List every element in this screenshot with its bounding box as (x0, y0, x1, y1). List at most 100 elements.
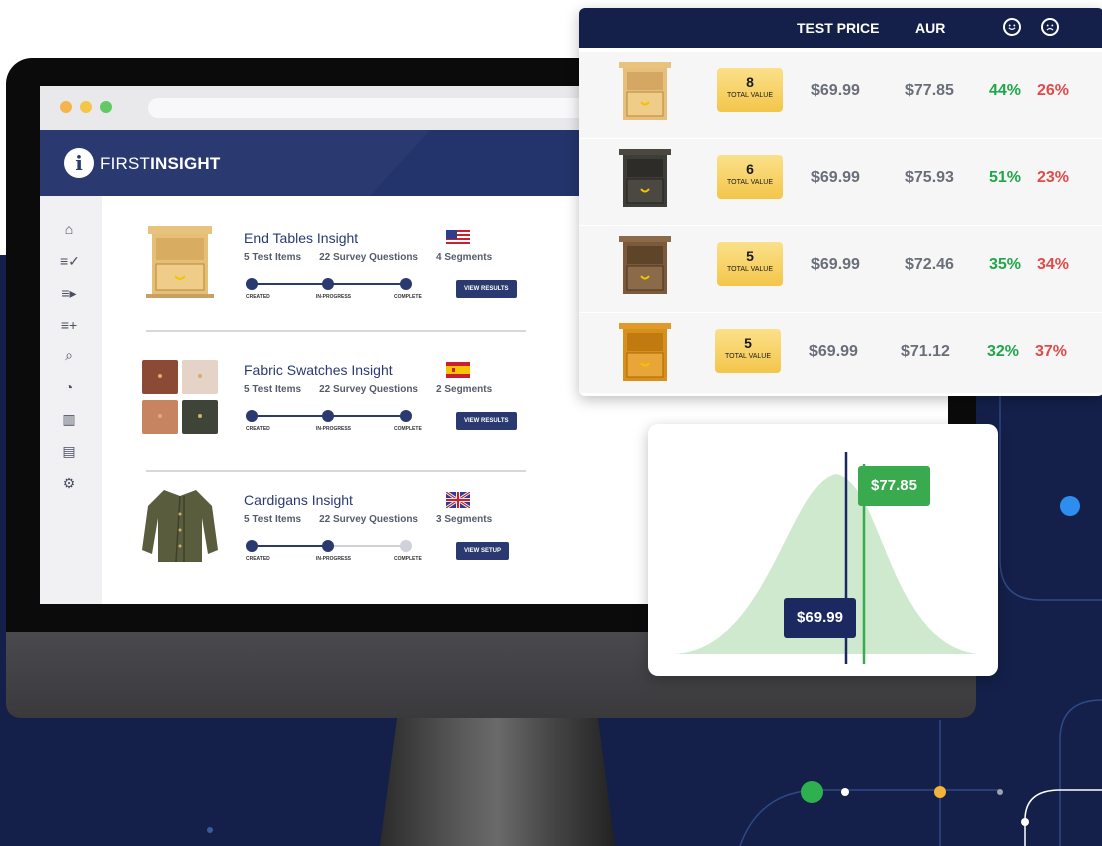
positive-percent: 32% (987, 343, 1020, 360)
insight-progress: CREATED IN-PROGRESS COMPLETE (246, 540, 422, 564)
view-results-button[interactable]: VIEW RESULTS (456, 280, 517, 298)
step-label-in-progress: IN-PROGRESS (316, 556, 352, 562)
logo-first: FIRST (100, 154, 151, 173)
home-icon[interactable]: ⌂ (60, 220, 78, 238)
view-results-button[interactable]: VIEW RESULTS (456, 412, 517, 430)
insight-meta: 5 Test Items 22 Survey Questions 3 Segment… (244, 514, 510, 525)
segments-count: 3 Segments (436, 514, 493, 525)
end-table-item-image (619, 149, 671, 207)
address-bar[interactable] (148, 98, 608, 118)
total-value-label: TOTAL VALUE (726, 179, 774, 186)
step-dot-in-progress (322, 540, 334, 552)
test-items-count: 5 Test Items (244, 384, 302, 395)
step-dot-complete (400, 410, 412, 422)
positive-percent: 35% (989, 256, 1022, 273)
end-table-item-image (619, 236, 671, 294)
segments-count: 4 Segments (436, 252, 493, 263)
header-aur: AUR (915, 20, 946, 36)
total-value-number: 5 (746, 248, 754, 264)
window-maximize-button[interactable] (100, 101, 112, 113)
step-label-in-progress: IN-PROGRESS (316, 294, 352, 300)
fabric-swatches-thumbnail (142, 360, 218, 434)
test-price-value: $69.99 (809, 343, 858, 360)
table-row[interactable]: 6 TOTAL VALUE $69.99 $75.93 51% 23% (579, 139, 1102, 225)
insight-title[interactable]: Cardigans Insight (244, 492, 353, 508)
cardigan-thumbnail (142, 490, 218, 563)
survey-questions-count: 22 Survey Questions (319, 252, 418, 263)
sad-face-icon (1041, 18, 1059, 36)
table-header: TEST PRICE AUR (579, 8, 1102, 48)
bar-chart-icon[interactable]: ▥ (60, 410, 78, 428)
step-dot-complete (400, 540, 412, 552)
step-dot-in-progress (322, 278, 334, 290)
step-dot-created (246, 278, 258, 290)
view-setup-button[interactable]: VIEW SETUP (456, 542, 510, 560)
brand-logo[interactable]: FIRSTINSIGHT (100, 154, 220, 174)
step-label-complete: COMPLETE (394, 294, 422, 300)
step-label-created: CREATED (246, 556, 270, 562)
insight-progress: CREATED IN-PROGRESS COMPLETE (246, 410, 422, 434)
gear-icon[interactable]: ⚙ (60, 474, 78, 492)
insight-meta: 5 Test Items 22 Survey Questions 4 Segment… (244, 252, 510, 263)
happy-face-icon (1003, 18, 1021, 36)
window-close-button[interactable] (60, 101, 72, 113)
step-label-complete: COMPLETE (394, 556, 422, 562)
step-label-created: CREATED (246, 426, 270, 432)
insight-divider (146, 330, 526, 332)
aur-value: $75.93 (905, 169, 954, 186)
list-check-icon[interactable]: ≡✓ (60, 252, 80, 270)
header-test-price: TEST PRICE (797, 20, 880, 36)
hero-scene: i FIRSTINSIGHT ⌂ ≡✓ ≡▸ ≡+ ⌕ ◔ ▥ ▤ ⚙ End … (0, 0, 1102, 846)
total-value-number: 5 (744, 335, 752, 351)
step-label-in-progress: IN-PROGRESS (316, 426, 352, 432)
total-value-number: 6 (746, 161, 754, 177)
insight-card-fabric-swatches[interactable]: Fabric Swatches Insight 5 Test Items 22 S… (140, 354, 520, 464)
total-value-number: 8 (746, 74, 754, 90)
insight-title[interactable]: End Tables Insight (244, 230, 358, 246)
end-table-thumbnail (146, 226, 214, 298)
negative-percent: 26% (1037, 82, 1070, 99)
table-row[interactable]: 5 TOTAL VALUE $69.99 $72.46 35% 34% (579, 226, 1102, 312)
insight-meta: 5 Test Items 22 Survey Questions 2 Segment… (244, 384, 510, 395)
step-dot-created (246, 410, 258, 422)
insight-progress: CREATED IN-PROGRESS COMPLETE (246, 278, 422, 302)
test-items-count: 5 Test Items (244, 252, 302, 263)
total-value-badge: 5 TOTAL VALUE (715, 329, 781, 373)
search-icon[interactable]: ⌕ (60, 346, 78, 364)
table-row[interactable]: 5 TOTAL VALUE $69.99 $71.12 32% 37% (579, 313, 1102, 393)
test-price-value: $69.99 (811, 82, 860, 99)
positive-percent: 51% (989, 169, 1022, 186)
insight-title[interactable]: Fabric Swatches Insight (244, 362, 393, 378)
positive-percent: 44% (989, 82, 1022, 99)
aur-value: $77.85 (905, 82, 954, 99)
list-play-icon[interactable]: ≡▸ (60, 284, 78, 302)
segments-count: 2 Segments (436, 384, 493, 395)
test-price-tag: $69.99 (784, 598, 856, 638)
insight-divider (146, 470, 526, 472)
aur-value: $72.46 (905, 256, 954, 273)
end-table-item-image (619, 62, 671, 120)
progress-line (250, 545, 330, 547)
total-value-badge: 5 TOTAL VALUE (717, 242, 783, 286)
survey-questions-count: 22 Survey Questions (319, 384, 418, 395)
survey-questions-count: 22 Survey Questions (319, 514, 418, 525)
window-minimize-button[interactable] (80, 101, 92, 113)
negative-percent: 37% (1035, 343, 1068, 360)
table-row[interactable]: 8 TOTAL VALUE $69.99 $77.85 44% 26% (579, 52, 1102, 138)
gauge-icon[interactable]: ◔ (60, 378, 78, 396)
price-test-table: TEST PRICE AUR 8 TOTAL VALUE $69.99 $77.… (579, 8, 1102, 396)
spain-flag-icon (446, 362, 470, 378)
aur-value: $71.12 (901, 343, 950, 360)
total-value-label: TOTAL VALUE (724, 353, 772, 360)
list-add-icon[interactable]: ≡+ (60, 316, 78, 334)
us-flag-icon (446, 230, 470, 246)
insight-card-cardigans[interactable]: Cardigans Insight 5 Test Items 22 Survey … (140, 484, 520, 594)
negative-percent: 34% (1037, 256, 1070, 273)
total-value-badge: 8 TOTAL VALUE (717, 68, 783, 112)
monitor-stand (380, 705, 615, 846)
table-icon[interactable]: ▤ (60, 442, 78, 460)
total-value-badge: 6 TOTAL VALUE (717, 155, 783, 199)
price-distribution-card: $77.85 $69.99 (648, 424, 998, 676)
insight-card-end-tables[interactable]: End Tables Insight 5 Test Items 22 Survey… (140, 222, 520, 332)
step-dot-complete (400, 278, 412, 290)
